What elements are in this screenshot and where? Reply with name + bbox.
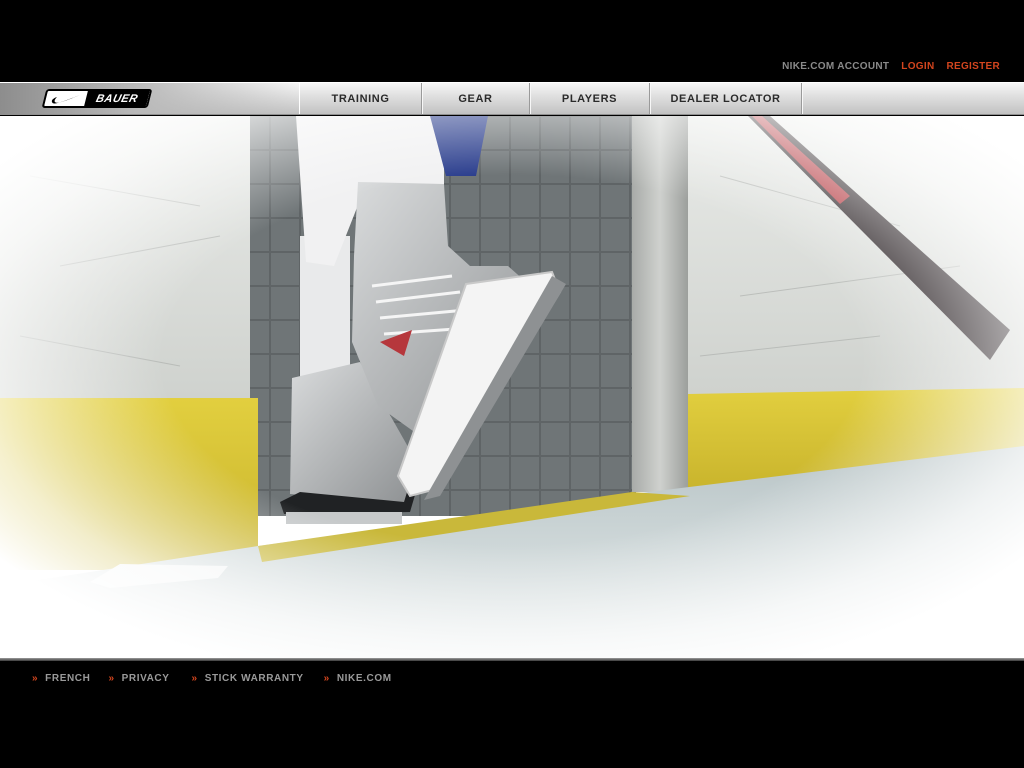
footer-link-nike-com[interactable]: » NIKE.COM xyxy=(324,673,392,684)
footer-link-privacy[interactable]: » PRIVACY xyxy=(108,673,169,684)
footer-link-stick-warranty[interactable]: » STICK WARRANTY xyxy=(192,673,304,684)
nav-item-players[interactable]: PLAYERS xyxy=(530,83,650,114)
account-bar: NIKE.COM ACCOUNT LOGIN REGISTER xyxy=(0,0,1024,82)
swoosh-icon xyxy=(46,91,86,106)
brand-logo[interactable]: BAUER xyxy=(41,89,153,108)
hero-illustration xyxy=(0,116,1024,658)
login-link[interactable]: LOGIN xyxy=(901,61,934,72)
main-nav: BAUER TRAINING GEAR PLAYERS DEALER LOCAT… xyxy=(0,82,1024,115)
footer-link-french[interactable]: » FRENCH xyxy=(32,673,90,684)
nav-items: TRAINING GEAR PLAYERS DEALER LOCATOR xyxy=(299,83,802,114)
nav-item-dealer-locator[interactable]: DEALER LOCATOR xyxy=(650,83,802,114)
chevron-right-icon: » xyxy=(323,673,330,684)
register-link[interactable]: REGISTER xyxy=(946,61,1000,72)
footer: » FRENCH » PRIVACY » STICK WARRANTY » NI… xyxy=(0,661,1024,768)
footer-link-label: FRENCH xyxy=(45,673,91,684)
nav-item-gear[interactable]: GEAR xyxy=(422,83,530,114)
nike-account-link[interactable]: NIKE.COM ACCOUNT xyxy=(782,61,889,72)
footer-links: » FRENCH » PRIVACY » STICK WARRANTY » NI… xyxy=(32,673,392,684)
footer-link-label: PRIVACY xyxy=(121,673,170,684)
chevron-right-icon: » xyxy=(191,673,198,684)
page: NIKE.COM ACCOUNT LOGIN REGISTER BAUER TR… xyxy=(0,0,1024,768)
account-links: NIKE.COM ACCOUNT LOGIN REGISTER xyxy=(782,61,1000,72)
brand-wordmark: BAUER xyxy=(84,91,150,106)
footer-link-label: STICK WARRANTY xyxy=(204,673,304,684)
chevron-right-icon: » xyxy=(108,673,115,684)
chevron-right-icon: » xyxy=(32,673,39,684)
hero-image xyxy=(0,116,1024,658)
vignette-overlay xyxy=(0,116,1024,658)
nav-item-training[interactable]: TRAINING xyxy=(300,83,422,114)
footer-link-label: NIKE.COM xyxy=(336,673,392,684)
